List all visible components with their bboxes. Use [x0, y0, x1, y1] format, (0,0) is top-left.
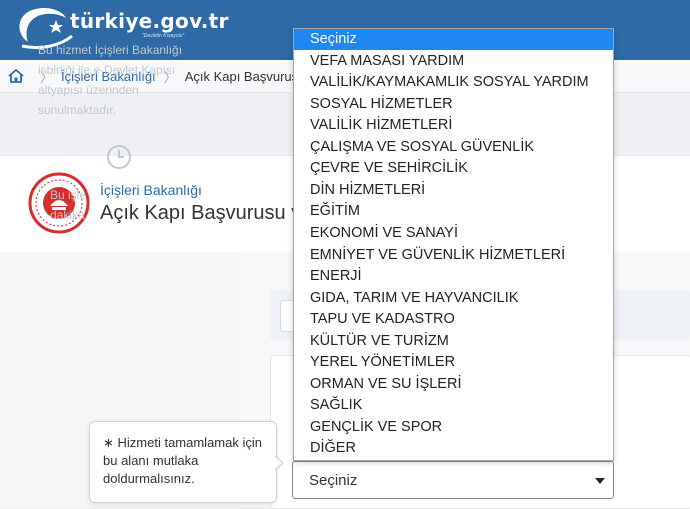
clock-icon [107, 145, 131, 169]
dropdown-option[interactable]: VEFA MASASI YARDIM [294, 51, 613, 72]
duration-line: Bu işle [50, 188, 87, 202]
dropdown-option[interactable]: GIDA, TARIM VE HAYVANCILIK [294, 288, 613, 309]
dropdown-option[interactable]: ORMAN VE SU İŞLERİ [294, 374, 613, 395]
dropdown-option[interactable]: DİĞER [294, 438, 613, 459]
logo-text: türkiye.gov.tr [70, 9, 229, 33]
dropdown-option[interactable]: VALİLİK/KAYMAKAMLIK SOSYAL YARDIM [294, 72, 613, 93]
duration-text: Bu işle dakika [50, 185, 86, 225]
duration-line: dakika [50, 208, 85, 222]
topic-dropdown-list: Seçiniz VEFA MASASI YARDIM VALİLİK/KAYMAKA… [293, 28, 614, 461]
dropdown-option[interactable]: TAPU VE KADASTRO [294, 309, 613, 330]
dropdown-option[interactable]: DİN HİZMETLERİ [294, 180, 613, 201]
dropdown-option[interactable]: Seçiniz [294, 29, 613, 50]
dropdown-option[interactable]: SAĞLIK [294, 395, 613, 416]
dropdown-option[interactable]: ÇALIŞMA VE SOSYAL GÜVENLİK [294, 137, 613, 158]
dropdown-option[interactable]: VALİLİK HİZMETLERİ [294, 115, 613, 136]
dropdown-option[interactable]: SOSYAL HİZMETLER [294, 94, 613, 115]
caret-down-icon [595, 478, 605, 484]
required-field-tooltip: ∗ Hizmeti tamamlamak için bu alanı mutla… [89, 421, 277, 503]
dropdown-option[interactable]: EMNİYET VE GÜVENLİK HİZMETLERİ [294, 245, 613, 266]
select-value: Seçiniz [309, 472, 358, 489]
dropdown-option[interactable]: EĞİTİM [294, 201, 613, 222]
service-info-text: Bu hizmet İçişleri Bakanlığı işbirliği i… [38, 43, 183, 117]
dropdown-option[interactable]: KÜLTÜR VE TURİZM [294, 331, 613, 352]
tooltip-text: ∗ Hizmeti tamamlamak için bu alanı mutla… [103, 435, 262, 486]
home-icon[interactable] [0, 60, 32, 92]
dropdown-option[interactable]: ENERJİ [294, 266, 613, 287]
ministry-name: İçişleri Bakanlığı [100, 182, 202, 198]
dropdown-option[interactable]: EKONOMİ VE SANAYİ [294, 223, 613, 244]
tooltip-arrow-inner [274, 456, 282, 470]
logo-tagline: "Devletin Kısayolu" [142, 33, 185, 39]
topic-select[interactable]: Seçiniz [292, 461, 614, 499]
dropdown-option[interactable]: GENÇLİK VE SPOR [294, 417, 613, 438]
dropdown-option[interactable]: ÇEVRE VE SEHİRCİLİK [294, 158, 613, 179]
dropdown-option[interactable]: YEREL YÖNETİMLER [294, 352, 613, 373]
